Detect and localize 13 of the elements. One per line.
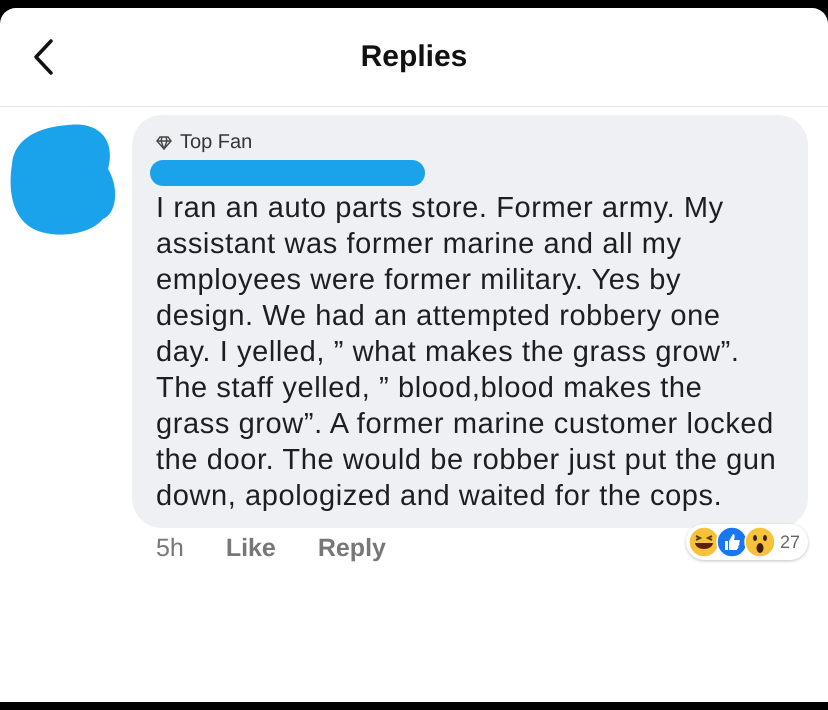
action-link[interactable]: Reply (318, 534, 386, 563)
action-link[interactable]: Like (226, 534, 276, 563)
thumbs-up-icon (716, 526, 748, 558)
surprised-emoji-icon (744, 526, 776, 558)
timestamp: 5h (156, 534, 184, 563)
back-icon[interactable] (32, 38, 54, 76)
page-title: Replies (360, 40, 468, 74)
top-fan-label: Top Fan (180, 131, 252, 154)
reaction-count: 27 (780, 532, 800, 552)
laughing-emoji-icon (688, 526, 720, 558)
comment-text: I ran an auto parts store. Former army. My assistant was former marine and all my employees were former military. Yes by design. We had an attempted robbery one day. I yelled, ” what makes the grass grow”. The staff yelled, ” blood,blood makes the grass grow”. A former marine customer locked the door. The would be robber just put the gun down, apologized and waited for the cops. (156, 191, 778, 514)
diamond-icon (156, 136, 172, 150)
reactions-pill[interactable]: 27 (686, 524, 808, 560)
